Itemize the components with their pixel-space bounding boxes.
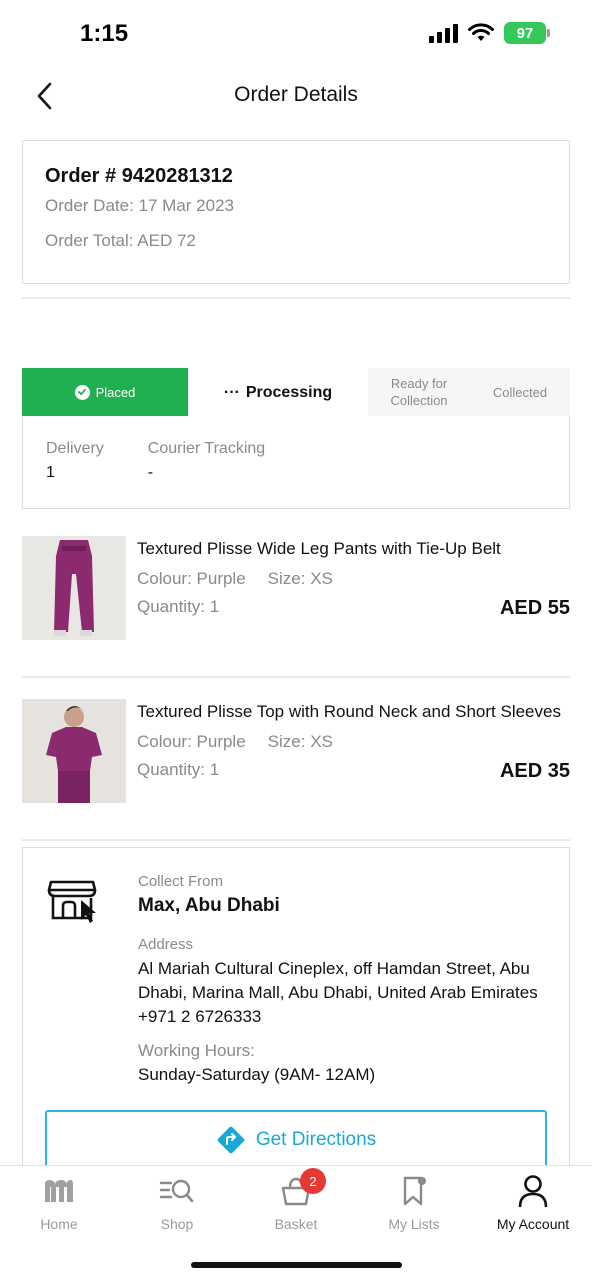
signal-icon <box>429 23 458 43</box>
product-name[interactable]: Textured Plisse Wide Leg Pants with Tie-… <box>137 539 501 559</box>
nav-item-basket[interactable]: 2 Basket <box>237 1168 355 1238</box>
product-size: Size: XS <box>267 569 333 588</box>
page-title: Order Details <box>234 83 358 106</box>
nav-item-my-account[interactable]: My Account <box>474 1174 592 1238</box>
product-item[interactable]: Textured Plisse Wide Leg Pants with Tie-… <box>22 536 570 642</box>
store-phone[interactable]: +971 2 6726333 <box>138 1005 548 1029</box>
step-placed-label: Placed <box>95 384 136 400</box>
divider <box>22 839 570 841</box>
status-icons: 97 <box>429 22 550 44</box>
step-placed: Placed <box>22 368 188 416</box>
order-summary-card: Order # 9420281312 Order Date: 17 Mar 20… <box>22 140 570 284</box>
get-directions-label: Get Directions <box>255 1129 377 1150</box>
directions-icon <box>217 1126 245 1154</box>
store-address-text: Al Mariah Cultural Cineplex, off Hamdan … <box>138 959 538 1002</box>
collect-from-label: Collect From <box>138 873 224 890</box>
tracking-box: Delivery 1 Courier Tracking - <box>22 416 570 509</box>
battery-icon: 97 <box>504 22 550 44</box>
product-image[interactable] <box>22 536 126 640</box>
step-ready-label-line2: Collection <box>390 393 448 408</box>
step-processing-label: Processing <box>245 383 333 401</box>
courier-tracking-value: - <box>147 464 154 481</box>
basket-icon: 2 <box>278 1168 326 1208</box>
store-info: Collect From Max, Abu Dhabi Address Al M… <box>138 873 548 1087</box>
collect-from-store-card: Collect From Max, Abu Dhabi Address Al M… <box>22 847 570 1177</box>
product-price: AED 55 <box>499 597 570 619</box>
product-quantity: Quantity: 1 <box>137 597 220 616</box>
status-time: 1:15 <box>80 20 129 47</box>
product-name[interactable]: Textured Plisse Top with Round Neck and … <box>137 702 561 722</box>
product-quantity: Quantity: 1 <box>137 760 220 779</box>
ellipsis-icon: ··· <box>223 383 240 401</box>
divider <box>22 297 570 299</box>
product-price: AED 35 <box>499 760 570 782</box>
delivery-column: Delivery 1 <box>46 440 104 484</box>
step-processing: ··· Processing <box>188 368 368 416</box>
order-total: Order Total: AED 72 <box>45 231 196 250</box>
wifi-icon <box>468 23 494 41</box>
max-logo-icon <box>41 1174 77 1208</box>
delivery-label: Delivery <box>46 440 104 457</box>
status-bar: 1:15 97 <box>0 0 592 70</box>
check-circle-icon <box>74 384 90 400</box>
product-colour: Colour: Purple <box>137 569 246 588</box>
get-directions-button[interactable]: Get Directions <box>45 1110 547 1168</box>
shop-search-icon <box>159 1174 195 1208</box>
divider <box>22 676 570 678</box>
product-item[interactable]: Textured Plisse Top with Round Neck and … <box>22 699 570 805</box>
address-label: Address <box>138 936 194 953</box>
product-attributes: Colour: Purple Size: XS <box>137 569 333 589</box>
bookmark-icon <box>396 1174 432 1208</box>
nav-label-shop: Shop <box>160 1216 194 1232</box>
working-hours-label: Working Hours: <box>138 1041 255 1060</box>
nav-label-home: Home <box>40 1216 78 1232</box>
product-colour: Colour: Purple <box>137 732 246 751</box>
order-number: Order # 9420281312 <box>45 165 233 187</box>
product-size: Size: XS <box>267 732 333 751</box>
home-indicator <box>191 1262 402 1268</box>
nav-label-my-account: My Account <box>496 1216 570 1232</box>
battery-level: 97 <box>516 24 534 42</box>
order-date: Order Date: 17 Mar 2023 <box>45 196 234 215</box>
step-ready-for-collection: Ready for Collection <box>368 368 470 416</box>
product-attributes: Colour: Purple Size: XS <box>137 732 333 752</box>
order-status-steps: Placed ··· Processing Ready for Collecti… <box>22 368 570 416</box>
nav-label-basket: Basket <box>274 1216 318 1232</box>
nav-item-shop[interactable]: Shop <box>118 1174 236 1238</box>
courier-tracking-label: Courier Tracking <box>147 440 266 457</box>
basket-count-badge: 2 <box>300 1168 326 1194</box>
nav-item-my-lists[interactable]: My Lists <box>355 1174 473 1238</box>
courier-tracking-column: Courier Tracking - <box>148 440 265 484</box>
nav-item-home[interactable]: Home <box>0 1174 118 1238</box>
product-image[interactable] <box>22 699 126 803</box>
step-ready-label-line1: Ready for <box>390 376 448 391</box>
step-collected: Collected <box>492 384 548 400</box>
store-name: Max, Abu Dhabi <box>138 895 280 916</box>
store-address: Al Mariah Cultural Cineplex, off Hamdan … <box>138 957 548 1029</box>
account-icon <box>515 1174 551 1208</box>
header: Order Details <box>0 70 592 122</box>
nav-label-my-lists: My Lists <box>388 1216 440 1232</box>
store-icon <box>47 880 97 923</box>
working-hours: Sunday-Saturday (9AM- 12AM) <box>138 1065 376 1084</box>
delivery-value: 1 <box>46 464 55 481</box>
